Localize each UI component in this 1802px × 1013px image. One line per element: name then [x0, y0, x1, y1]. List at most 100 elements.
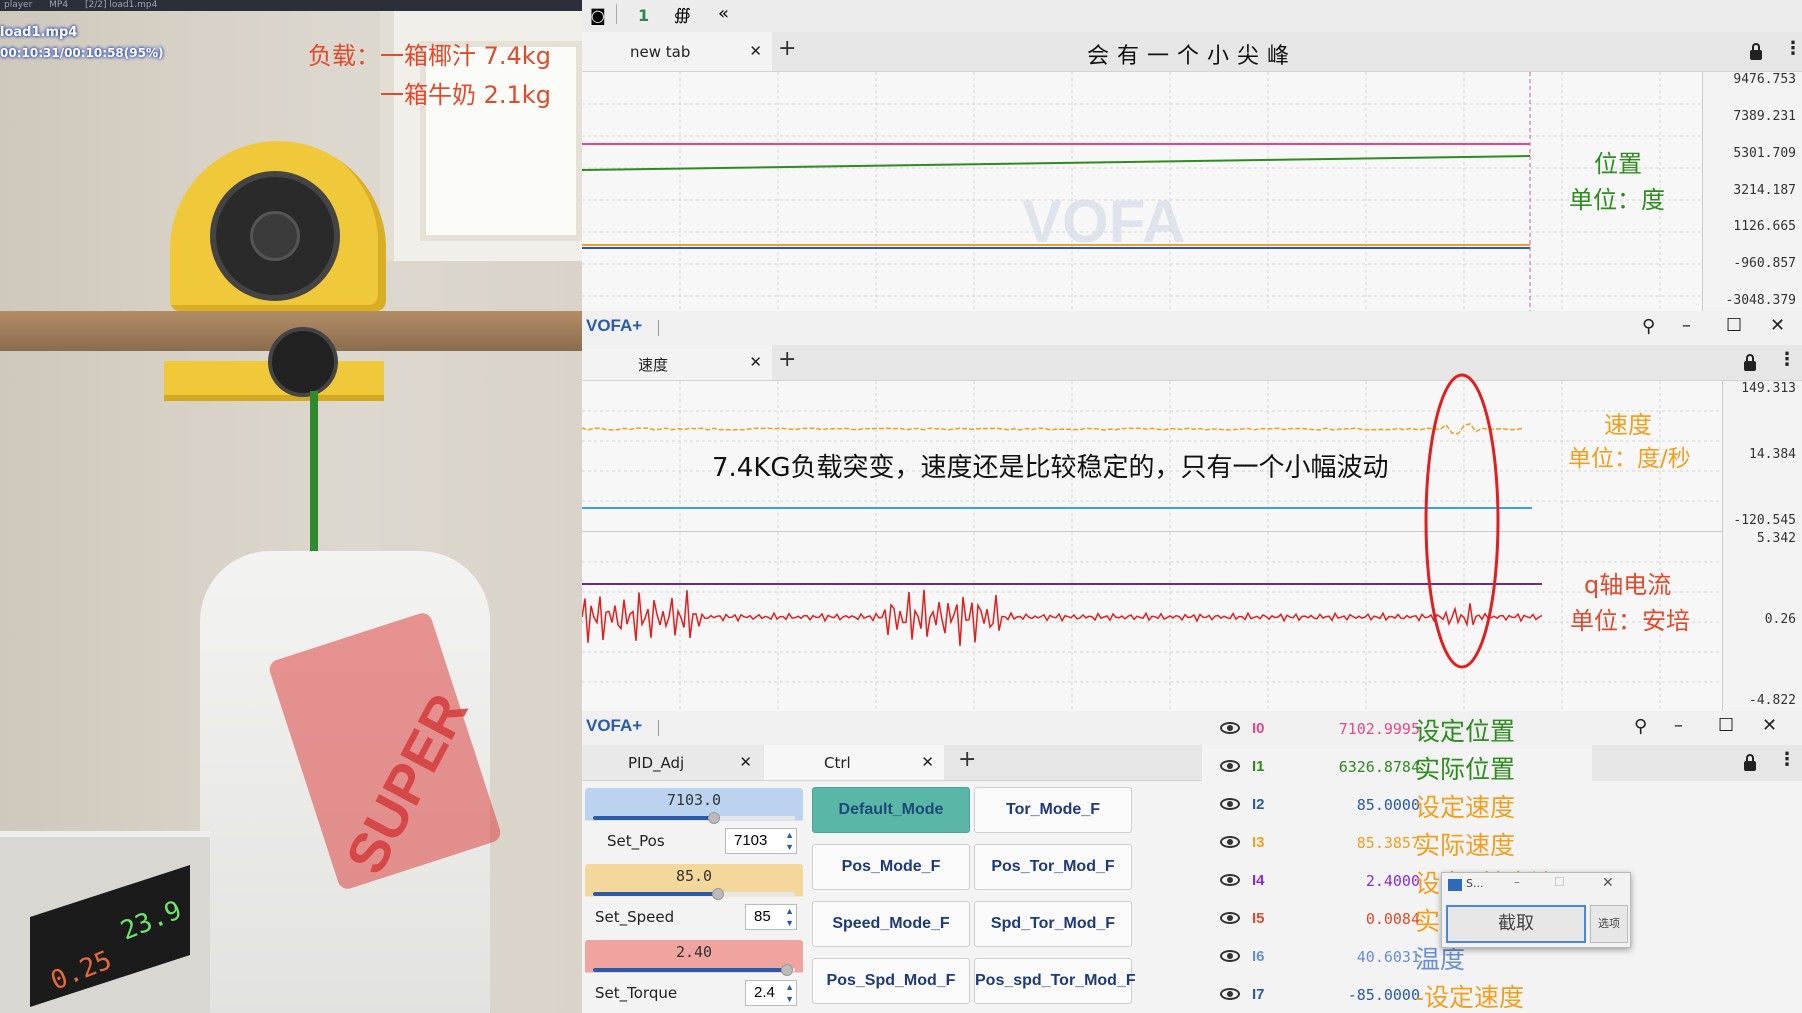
- channel-value: 40.6031: [1310, 948, 1420, 966]
- channel-value: 85.3857: [1310, 834, 1420, 852]
- options-button[interactable]: 选项: [1590, 905, 1628, 943]
- tab-ctrl[interactable]: Ctrl ✕: [764, 745, 944, 780]
- channel-name: I1: [1252, 758, 1265, 775]
- eye-icon[interactable]: [1220, 912, 1240, 924]
- tab-close-icon[interactable]: ✕: [921, 753, 934, 771]
- tab-new-tab-label: new tab: [630, 43, 690, 61]
- dialog-minimize-icon[interactable]: –: [1514, 875, 1520, 889]
- y-tick-position: 7389.231: [1733, 109, 1796, 124]
- position-annotation-title: 位置: [1594, 144, 1642, 179]
- video-frame[interactable]: SUPER 23.9 0.25 load1.mp4 00:10:31/00:10…: [0, 11, 582, 1013]
- mode-button-default-mode[interactable]: Default_Mode: [812, 787, 970, 833]
- mode-button-speed-mode-f[interactable]: Speed_Mode_F: [812, 901, 970, 947]
- channel-name: I0: [1252, 720, 1265, 737]
- capture-button[interactable]: 截取: [1446, 905, 1586, 943]
- dialog-close-icon[interactable]: ✕: [1602, 875, 1614, 891]
- minimize-icon[interactable]: –: [1674, 715, 1683, 736]
- title-sep: [658, 720, 659, 736]
- one-icon[interactable]: 1: [638, 6, 649, 25]
- spin-input[interactable]: 7103 ▲ ▼: [725, 828, 797, 854]
- channel-value: 2.4000: [1310, 872, 1420, 890]
- spin-arrows-icon[interactable]: ▲ ▼: [785, 905, 794, 929]
- mode-button-tor-mode-f[interactable]: Tor_Mode_F: [974, 787, 1132, 833]
- pin-icon[interactable]: ⚲: [1634, 716, 1647, 737]
- position-annotation-unit: 单位：度: [1569, 180, 1665, 215]
- tab-close-icon[interactable]: ✕: [749, 42, 762, 60]
- motor-hub: [250, 211, 300, 261]
- rewind-icon[interactable]: «: [718, 3, 729, 24]
- eye-icon[interactable]: [1220, 760, 1240, 772]
- plot-position-svg: VOFA: [582, 72, 1702, 311]
- y-tick-position: -960.857: [1733, 256, 1796, 271]
- eye-icon[interactable]: [1220, 722, 1240, 734]
- load-label-line1: 负载：一箱椰汁 7.4kg: [308, 37, 551, 75]
- snipping-dialog: S... – ☐ ✕ 截取 选项: [1441, 872, 1631, 948]
- eye-icon[interactable]: [1220, 798, 1240, 810]
- camera-icon[interactable]: ◙: [590, 6, 606, 25]
- slider-set-pos[interactable]: 7103.0 Set_Pos 7103 ▲ ▼: [585, 788, 803, 860]
- channel-description: -设定速度: [1415, 978, 1524, 1013]
- channel-row[interactable]: I2 85.0000 设定速度: [1210, 788, 1620, 825]
- channel-row[interactable]: I0 7102.9995 设定位置: [1210, 712, 1620, 749]
- channel-row[interactable]: I7 -85.0000 -设定速度: [1210, 978, 1620, 1013]
- rope: [310, 391, 318, 556]
- channel-row[interactable]: I1 6326.8784 实际位置: [1210, 750, 1620, 787]
- mode-button-pos-tor-mod-f[interactable]: Pos_Tor_Mod_F: [974, 844, 1132, 890]
- menu-kebab-icon[interactable]: ⋮: [1778, 749, 1796, 770]
- channel-description: 实际位置: [1415, 750, 1515, 786]
- eye-icon[interactable]: [1220, 988, 1240, 1000]
- fingerprint-icon[interactable]: ∰: [674, 5, 691, 24]
- channel-name: I7: [1252, 986, 1265, 1003]
- slider-knob[interactable]: [712, 888, 724, 900]
- mode-button-spd-tor-mod-f[interactable]: Spd_Tor_Mod_F: [974, 901, 1132, 947]
- channel-description: 实际速度: [1415, 826, 1515, 862]
- maximize-icon[interactable]: ☐: [1718, 715, 1734, 736]
- channel-row[interactable]: I3 85.3857 实际速度: [1210, 826, 1620, 863]
- tab-new-tab[interactable]: new tab ✕: [582, 32, 772, 71]
- channel-value: 85.0000: [1310, 796, 1420, 814]
- panel3-right-tabbar: ⋮: [1592, 745, 1802, 781]
- slider-set-torque[interactable]: 2.40 Set_Torque 2.4 ▲ ▼: [585, 940, 803, 1012]
- spin-input[interactable]: 2.4 ▲ ▼: [745, 980, 797, 1006]
- slider-knob[interactable]: [781, 964, 793, 976]
- player-file-title: [2/2] load1.mp4: [85, 0, 157, 10]
- panel-position: new tab ✕ + 会有一个小尖峰 ⋮ VOFA 9476.753 7389.…: [582, 32, 1802, 311]
- y-tick-position: 9476.753: [1733, 72, 1796, 87]
- mode-button-pos-spd-mod-f[interactable]: Pos_Spd_Mod_F: [812, 958, 970, 1004]
- tab-close-icon[interactable]: ✕: [739, 753, 752, 771]
- channel-value: 0.0084: [1310, 910, 1420, 928]
- panel1-header-note: 会有一个小尖峰: [1087, 38, 1297, 70]
- spin-arrows-icon[interactable]: ▲ ▼: [785, 829, 794, 853]
- channel-name: I6: [1252, 948, 1265, 965]
- slider-value: 2.40: [585, 940, 803, 964]
- spin-input[interactable]: 85 ▲ ▼: [745, 904, 797, 930]
- slider-set-speed[interactable]: 85.0 Set_Speed 85 ▲ ▼: [585, 864, 803, 936]
- pulley: [268, 327, 338, 397]
- y-tick-position: 5301.709: [1733, 146, 1796, 161]
- panel3-app-title: VOFA+: [586, 716, 642, 736]
- channel-name: I2: [1252, 796, 1265, 813]
- channel-value: 7102.9995: [1310, 720, 1420, 738]
- menu-kebab-icon[interactable]: ⋮: [1784, 38, 1802, 59]
- spin-arrows-icon[interactable]: ▲ ▼: [785, 981, 794, 1005]
- eye-icon[interactable]: [1220, 950, 1240, 962]
- plot-position[interactable]: VOFA: [582, 72, 1702, 311]
- highlight-circle: [582, 311, 1802, 711]
- lock-icon[interactable]: [1750, 50, 1762, 60]
- tab-ctrl-label: Ctrl: [824, 754, 851, 772]
- eye-icon[interactable]: [1220, 836, 1240, 848]
- mode-button-pos-spd-tor-mod-f[interactable]: Pos_spd_Tor_Mod_F: [974, 958, 1132, 1004]
- add-tab-icon[interactable]: +: [958, 747, 976, 772]
- eye-icon[interactable]: [1220, 874, 1240, 886]
- add-tab-icon[interactable]: +: [778, 36, 796, 61]
- y-tick-position: -3048.379: [1726, 293, 1796, 308]
- tab-pid-adj[interactable]: PID_Adj ✕: [582, 745, 762, 780]
- y-tick-position: 3214.187: [1733, 183, 1796, 198]
- close-icon[interactable]: ✕: [1762, 715, 1777, 736]
- lock-icon[interactable]: [1744, 761, 1756, 771]
- y-tick-position: 1126.665: [1733, 219, 1796, 234]
- mode-button-pos-mode-f[interactable]: Pos_Mode_F: [812, 844, 970, 890]
- toolbar-sep: [616, 4, 617, 24]
- slider-knob[interactable]: [708, 812, 720, 824]
- load-label-line2: 一箱牛奶 2.1kg: [380, 75, 551, 110]
